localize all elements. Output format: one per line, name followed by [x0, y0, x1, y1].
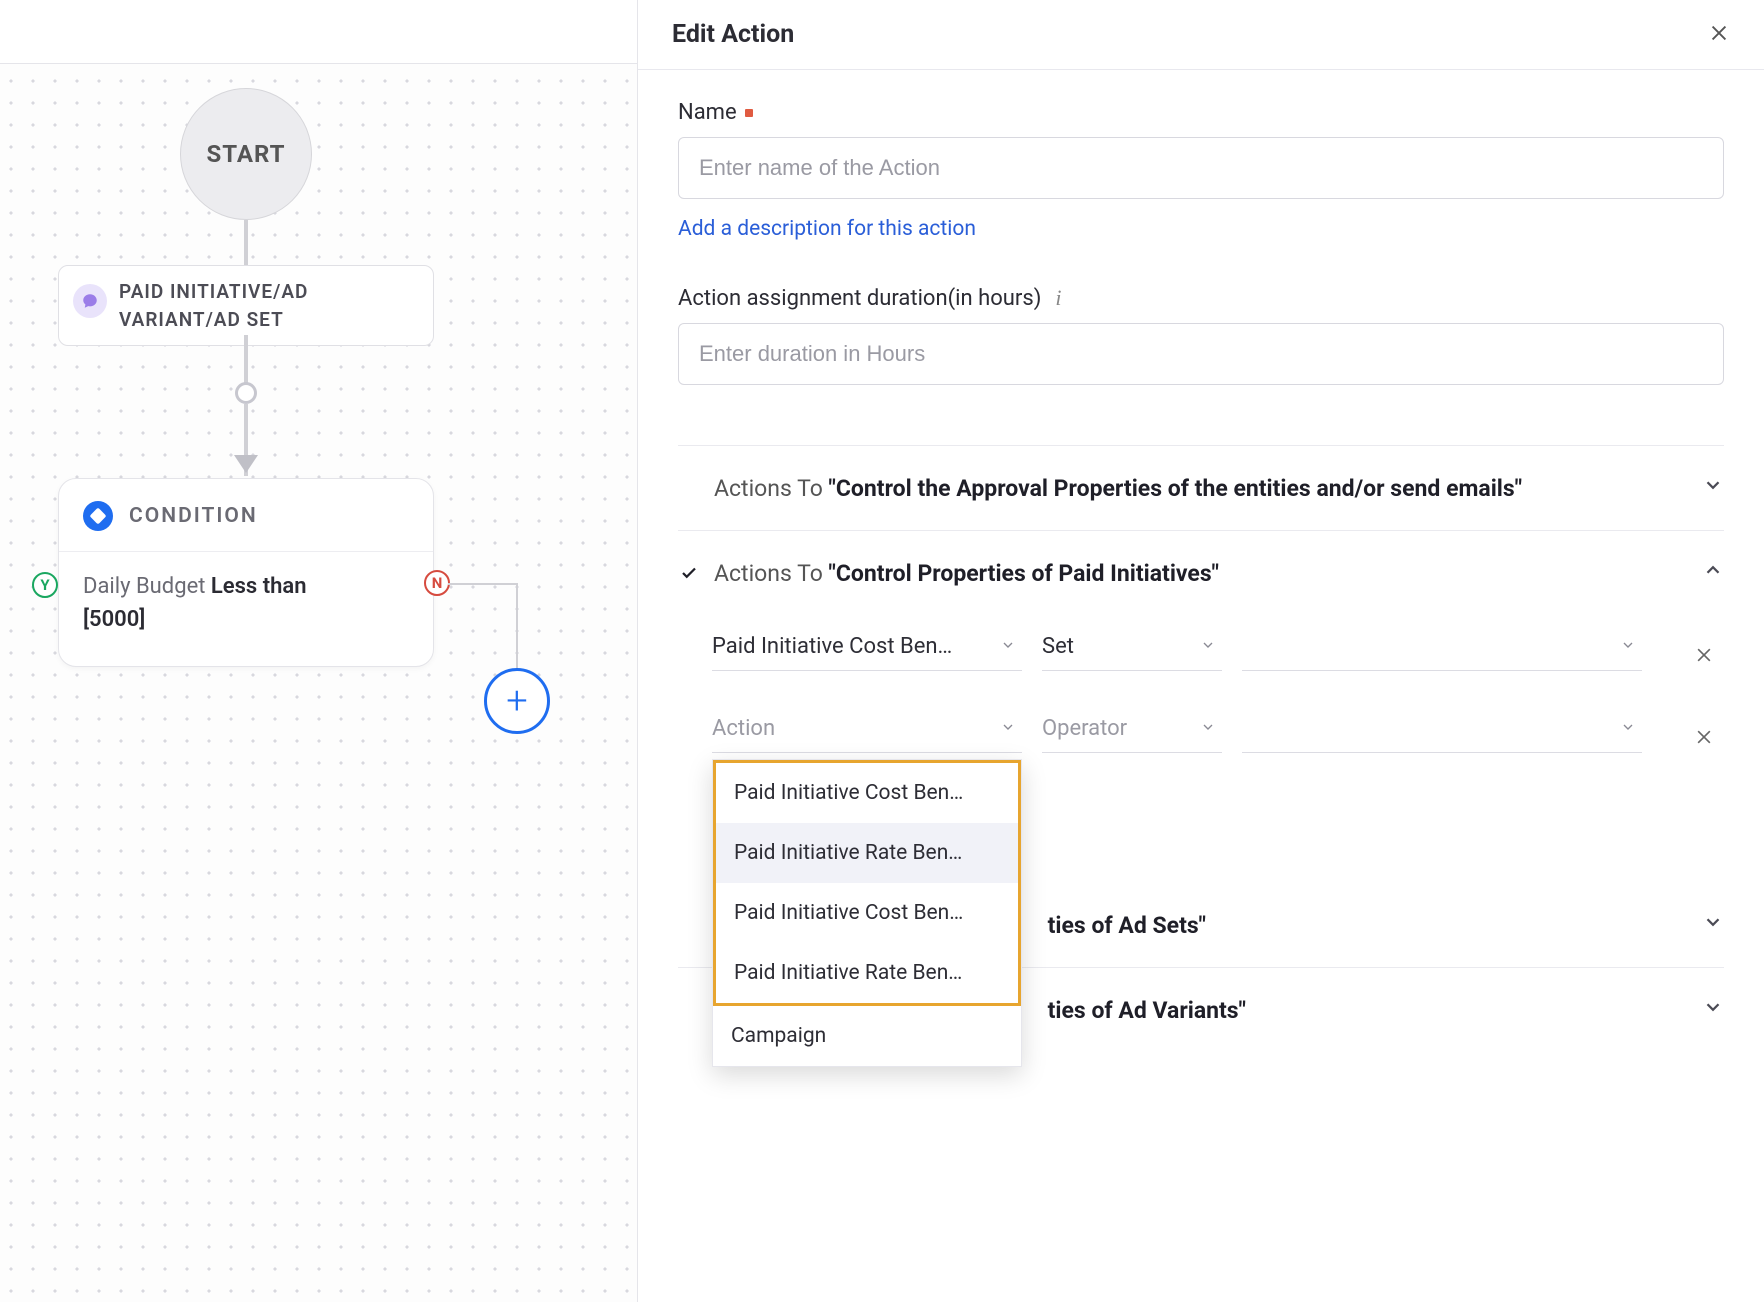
section-paid-initiatives[interactable]: Actions To "Control Properties of Paid I… — [678, 531, 1724, 597]
dropdown-option[interactable]: Paid Initiative Rate Ben… — [716, 943, 1018, 1003]
operator-select-value: Set — [1042, 634, 1074, 659]
panel-header: Edit Action — [638, 0, 1764, 70]
start-node[interactable]: START — [180, 88, 312, 220]
dropdown-option[interactable]: Paid Initiative Cost Ben… — [716, 763, 1018, 823]
chevron-down-icon — [1702, 911, 1724, 939]
operator-select-placeholder: Operator — [1042, 716, 1127, 741]
connector-line — [244, 220, 248, 268]
dropdown-option[interactable]: Paid Initiative Rate Ben… — [716, 823, 1018, 883]
condition-title: CONDITION — [129, 504, 258, 528]
info-icon[interactable]: i — [1055, 285, 1061, 311]
action-select-placeholder: Action — [712, 716, 775, 741]
condition-value: [5000] — [83, 607, 145, 632]
chevron-down-icon — [1702, 996, 1724, 1024]
chevron-down-icon — [1702, 474, 1724, 502]
chevron-down-icon — [1000, 634, 1016, 659]
edit-action-panel: Edit Action Name Add a description for t… — [638, 0, 1764, 1302]
chevron-down-icon — [1620, 716, 1636, 741]
action-select[interactable]: Paid Initiative Cost Ben… — [712, 623, 1022, 671]
condition-body: Daily Budget Less than [5000] — [59, 552, 433, 666]
duration-label: Action assignment duration(in hours) i — [678, 285, 1724, 311]
chevron-down-icon — [1000, 716, 1016, 741]
plus-icon: + — [506, 679, 527, 723]
panel-title: Edit Action — [672, 20, 794, 49]
yes-branch-badge[interactable]: Y — [32, 572, 58, 598]
action-select[interactable]: Action Paid Initiative Cost Ben… Paid In… — [712, 705, 1022, 753]
value-select[interactable] — [1242, 705, 1642, 753]
arrowhead-icon — [234, 455, 258, 473]
action-dropdown: Paid Initiative Cost Ben… Paid Initiativ… — [712, 759, 1022, 1067]
remove-rule-button[interactable] — [1684, 725, 1724, 753]
dropdown-option[interactable]: Paid Initiative Cost Ben… — [716, 883, 1018, 943]
chevron-up-icon — [1702, 559, 1724, 587]
operator-select[interactable]: Operator — [1042, 705, 1222, 753]
condition-operator: Less than — [211, 574, 307, 599]
dropdown-highlighted-group: Paid Initiative Cost Ben… Paid Initiativ… — [713, 760, 1021, 1006]
entity-tag-label: PAID INITIATIVE/AD VARIANT/AD SET — [119, 280, 308, 331]
name-label: Name — [678, 100, 1724, 125]
no-branch-badge[interactable]: N — [424, 570, 450, 596]
chevron-down-icon — [1200, 716, 1216, 741]
action-name-input[interactable] — [678, 137, 1724, 199]
action-select-value: Paid Initiative Cost Ben… — [712, 634, 952, 659]
remove-rule-button[interactable] — [1684, 643, 1724, 671]
close-icon — [1694, 645, 1714, 665]
section-paid-initiatives-content: Paid Initiative Cost Ben… Set — [678, 597, 1724, 883]
condition-node[interactable]: CONDITION Daily Budget Less than [5000] — [58, 478, 434, 667]
value-select[interactable] — [1242, 623, 1642, 671]
section-approval[interactable]: Actions To "Control the Approval Propert… — [678, 445, 1724, 531]
add-node-button[interactable]: + — [484, 668, 550, 734]
close-icon — [1694, 727, 1714, 747]
condition-header: CONDITION — [59, 479, 433, 552]
connector-dot — [235, 382, 257, 404]
workflow-canvas[interactable]: START PAID INITIATIVE/AD VARIANT/AD SET … — [0, 0, 638, 1302]
chevron-down-icon — [1620, 634, 1636, 659]
chat-icon — [73, 284, 107, 318]
connector-line — [516, 583, 518, 673]
canvas-header — [0, 0, 637, 64]
check-icon — [678, 564, 700, 582]
dropdown-option[interactable]: Campaign — [713, 1006, 1021, 1066]
duration-input[interactable] — [678, 323, 1724, 385]
entity-tag-node[interactable]: PAID INITIATIVE/AD VARIANT/AD SET — [58, 265, 434, 346]
chevron-down-icon — [1200, 634, 1216, 659]
close-icon — [1708, 22, 1730, 44]
add-description-link[interactable]: Add a description for this action — [678, 217, 976, 241]
operator-select[interactable]: Set — [1042, 623, 1222, 671]
condition-field: Daily Budget — [83, 574, 211, 599]
start-label: START — [206, 140, 285, 168]
rule-row: Action Paid Initiative Cost Ben… Paid In… — [712, 705, 1724, 753]
diamond-icon — [83, 501, 113, 531]
rule-row: Paid Initiative Cost Ben… Set — [712, 623, 1724, 671]
connector-line — [448, 583, 518, 585]
required-indicator — [745, 109, 753, 117]
connector-line — [244, 335, 248, 385]
close-button[interactable] — [1708, 18, 1730, 51]
